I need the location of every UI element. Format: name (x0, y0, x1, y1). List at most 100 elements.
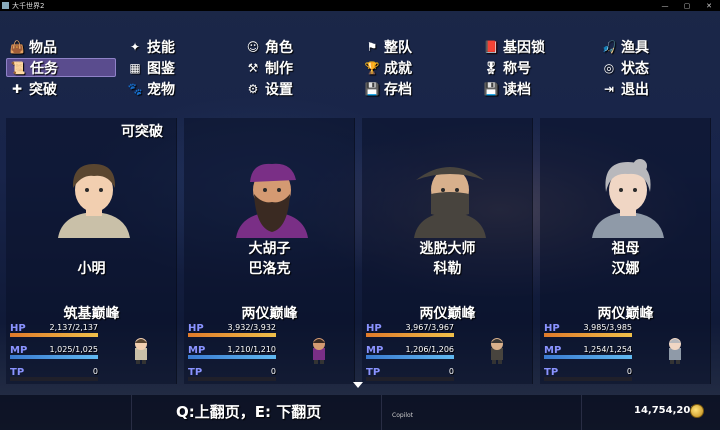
mp-bar-track (366, 355, 454, 359)
breakthrough-icon: ✚ (11, 81, 23, 96)
mp-value: 1,206/1,206 (405, 345, 455, 354)
menu-item[interactable]: 🎣 渔具 (598, 37, 708, 56)
menu-item-label: 图鉴 (147, 60, 175, 77)
actor-card[interactable]: 祖母 汉娜 两仪巅峰 HP 3,985/3,985 MP 1,254/1,254 TP 0 (540, 118, 711, 384)
actor-portrait (230, 152, 314, 238)
actor-sprite (486, 336, 508, 364)
gold-coin-icon (690, 404, 704, 418)
actor-title: 小明 (77, 261, 106, 277)
medal-icon: 🎖 (483, 60, 499, 75)
menu-item-label: 突破 (29, 81, 57, 98)
hp-bar-track (544, 333, 632, 337)
gear-icon: ⚙ (247, 81, 259, 96)
tp-gauge: TP 0 (10, 367, 98, 383)
menu-item[interactable]: 💾 存档 (361, 79, 471, 98)
menu-item-label: 状态 (621, 60, 649, 77)
scroll-down-arrow-icon[interactable] (353, 382, 363, 388)
actor-name: 科勒 (433, 261, 462, 277)
menu-item-label: 基因锁 (503, 39, 545, 56)
tp-gauge: TP 0 (544, 367, 632, 383)
faces-icon: ☺ (246, 39, 260, 54)
footer-bar: Q:上翻页，E: 下翻页 Copilot 14,754,201 (0, 395, 720, 430)
menu-item-label: 成就 (384, 60, 412, 77)
tp-value: 0 (448, 367, 454, 376)
tp-gauge: TP 0 (188, 367, 276, 383)
actor-card[interactable]: 可突破 小明 筑基巅峰 HP 2,137/2,137 MP 1,025/1,025 TP 0 (6, 118, 177, 384)
copilot-label: Copilot (392, 412, 414, 419)
window-title-bar: 大千世界2 — ▢ ✕ (0, 0, 720, 11)
menu-item[interactable]: 🐾 宠物 (124, 79, 234, 98)
app-icon (2, 2, 9, 9)
menu-item-label: 渔具 (621, 39, 649, 56)
bag-icon: 👜 (9, 39, 25, 54)
craft-icon: ⚒ (247, 60, 259, 75)
gene-book-icon: 📕 (483, 39, 499, 54)
pet-icon: 🐾 (127, 81, 143, 96)
menu-item-label: 角色 (265, 39, 293, 56)
menu-item[interactable]: ✦ 技能 (124, 37, 234, 56)
menu-item[interactable]: 📜 任务 (6, 58, 116, 77)
exit-icon: ⇥ (603, 81, 615, 96)
actor-sprite (664, 336, 686, 364)
menu-item[interactable]: ⚙ 设置 (242, 79, 352, 98)
footer-segment (0, 395, 132, 430)
cultivation-realm: 两仪巅峰 (419, 306, 476, 322)
hp-bar-fill (544, 333, 632, 337)
minimize-button[interactable]: — (654, 2, 676, 10)
menu-item[interactable]: 📕 基因锁 (480, 37, 590, 56)
tp-value: 0 (626, 367, 632, 376)
mp-gauge: MP 1,210/1,210 (188, 345, 276, 361)
mp-value: 1,254/1,254 (583, 345, 633, 354)
hp-gauge: HP 3,932/3,932 (188, 323, 276, 339)
menu-item[interactable]: ▦ 图鉴 (124, 58, 234, 77)
menu-item[interactable]: ⚑ 整队 (361, 37, 471, 56)
quest-scroll-icon: 📜 (10, 60, 26, 75)
actor-card[interactable]: 大胡子 巴洛克 两仪巅峰 HP 3,932/3,932 MP 1,210/1,210 TP 0 (184, 118, 355, 384)
hp-gauge: HP 3,985/3,985 (544, 323, 632, 339)
tp-value: 0 (92, 367, 98, 376)
menu-item-label: 退出 (621, 81, 649, 98)
menu-item[interactable]: 🎖 称号 (480, 58, 590, 77)
mp-gauge: MP 1,025/1,025 (10, 345, 98, 361)
menu-item[interactable]: ◎ 状态 (598, 58, 708, 77)
actor-title: 逃脱大师 (419, 241, 476, 257)
mp-gauge: MP 1,206/1,206 (366, 345, 454, 361)
maximize-button[interactable]: ▢ (676, 2, 698, 10)
mp-gauge: MP 1,254/1,254 (544, 345, 632, 361)
hp-gauge: HP 3,967/3,967 (366, 323, 454, 339)
menu-item[interactable]: 🏆 成就 (361, 58, 471, 77)
menu-item[interactable]: ⚒ 制作 (242, 58, 352, 77)
menu-item-label: 整队 (384, 39, 412, 56)
hp-bar-fill (366, 333, 454, 337)
tp-bar-track (544, 377, 632, 381)
hp-bar-track (188, 333, 276, 337)
hp-value: 3,985/3,985 (583, 323, 633, 332)
status-icon: ◎ (603, 60, 615, 75)
window-title: 大千世界2 (12, 1, 45, 10)
mp-bar-track (188, 355, 276, 359)
close-button[interactable]: ✕ (698, 2, 720, 10)
actor-name: 汉娜 (611, 261, 640, 277)
menu-item-label: 制作 (265, 60, 293, 77)
page-hint: Q:上翻页，E: 下翻页 (176, 403, 322, 421)
menu-item[interactable]: 👜 物品 (6, 37, 116, 56)
menu-item[interactable]: 💾 读档 (480, 79, 590, 98)
hp-bar-fill (10, 333, 98, 337)
hp-bar-track (10, 333, 98, 337)
actor-portrait (52, 152, 136, 238)
hp-bar-track (366, 333, 454, 337)
hp-value: 3,967/3,967 (405, 323, 455, 332)
tp-gauge: TP 0 (366, 367, 454, 383)
mp-bar-fill (366, 355, 454, 359)
mp-bar-track (10, 355, 98, 359)
actor-card[interactable]: 逃脱大师科勒两仪巅峰 HP 3,967/3,967 MP 1,206/1,206 TP 0 (362, 118, 533, 384)
menu-item[interactable]: ✚ 突破 (6, 79, 116, 98)
actor-portrait (408, 152, 492, 238)
menu-item[interactable]: ☺ 角色 (242, 37, 352, 56)
breakthrough-ready-label: 可突破 (121, 124, 163, 140)
party-status-panel: 可突破 小明 筑基巅峰 HP 2,137/2,137 MP 1,025/1,025 TP 0 大… (6, 118, 714, 388)
actor-portrait (586, 152, 670, 238)
tp-bar-track (188, 377, 276, 381)
menu-item[interactable]: ⇥ 退出 (598, 79, 708, 98)
mp-value: 1,025/1,025 (49, 345, 99, 354)
